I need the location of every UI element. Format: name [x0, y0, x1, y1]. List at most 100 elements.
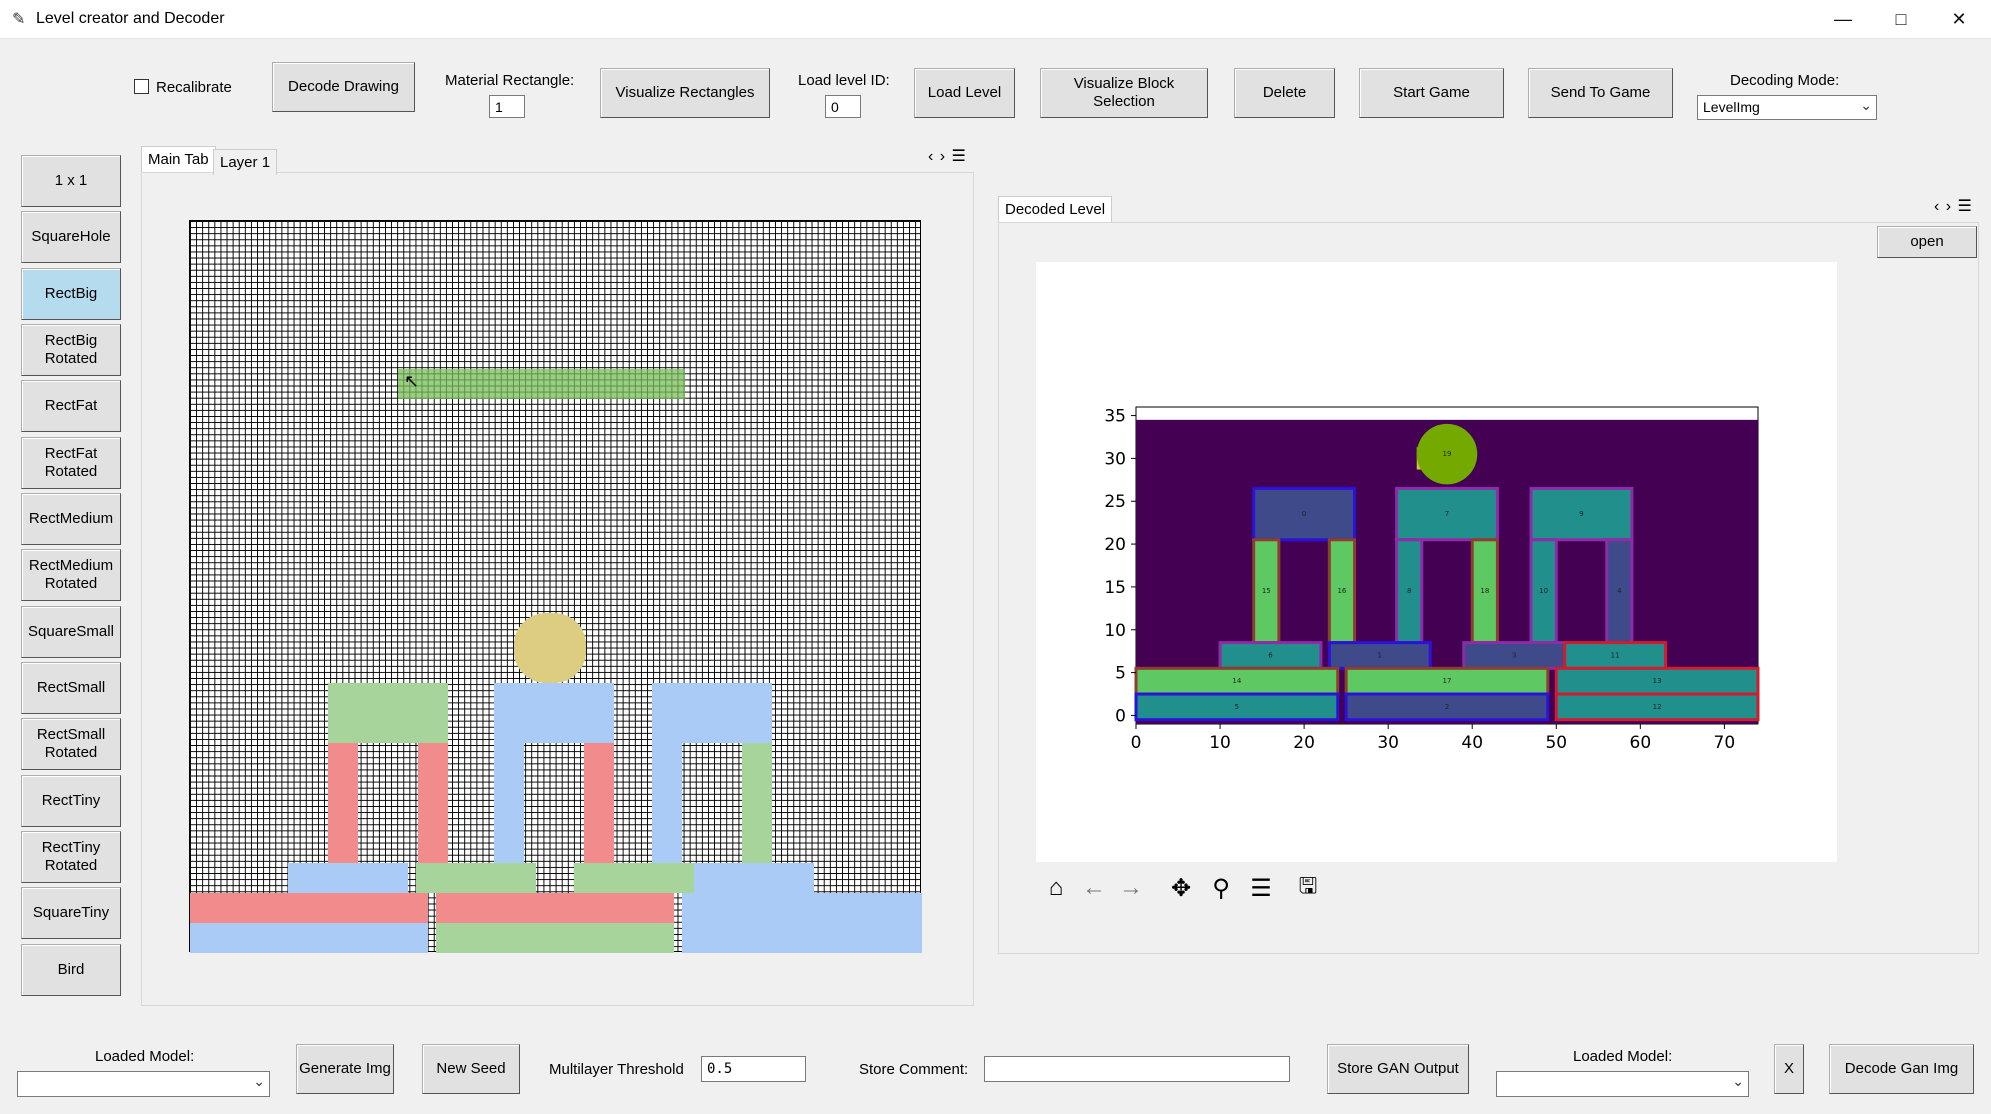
level-block-label-8: 8	[1407, 587, 1411, 595]
structure-block[interactable]	[436, 893, 674, 923]
sidebar-item-rectmedium-rotated[interactable]: RectMedium Rotated	[21, 549, 121, 601]
level-block-label-3: 3	[1512, 651, 1516, 659]
chevron-down-icon: ⌄	[253, 1073, 265, 1089]
sidebar-item-squaresmall[interactable]: SquareSmall	[21, 606, 121, 658]
structure-block[interactable]	[682, 893, 922, 953]
sidebar-item-recttiny-rotated[interactable]: RectTiny Rotated	[21, 831, 121, 883]
tab-nav-arrows-right-icon[interactable]: ‹ › ☰	[1934, 196, 1973, 216]
sidebar-item-rectbig[interactable]: RectBig	[21, 268, 121, 320]
tab-main[interactable]: Main Tab	[141, 146, 216, 172]
chevron-down-icon: ⌄	[1732, 1073, 1744, 1089]
decode-drawing-button[interactable]: Decode Drawing	[272, 62, 415, 112]
home-icon[interactable]: ⌂	[1039, 871, 1073, 905]
sidebar-item-recttiny[interactable]: RectTiny	[21, 775, 121, 827]
visualize-block-selection-button[interactable]: Visualize Block Selection	[1040, 68, 1208, 118]
structure-block[interactable]	[190, 923, 428, 953]
structure-block[interactable]	[436, 923, 674, 953]
level-block-label-6: 6	[1268, 651, 1273, 659]
structure-block[interactable]	[584, 743, 614, 863]
title-bar: ✎ Level creator and Decoder — □ ✕	[0, 0, 1991, 39]
structure-block[interactable]	[418, 743, 448, 863]
decoding-mode-select[interactable]: LevelImg ⌄	[1697, 95, 1877, 120]
y-tick-label-10: 10	[1104, 621, 1126, 641]
bird-block[interactable]	[514, 613, 586, 683]
level-block-label-12: 12	[1653, 703, 1662, 711]
x-tick-label-30: 30	[1377, 733, 1399, 753]
loaded-model-select[interactable]: ⌄	[17, 1071, 270, 1097]
structure-block[interactable]	[652, 743, 682, 863]
sidebar-item-rectfat[interactable]: RectFat	[21, 380, 121, 432]
recalibrate-checkbox[interactable]	[134, 79, 149, 94]
visualize-rectangles-button[interactable]: Visualize Rectangles	[600, 68, 770, 118]
mouse-cursor-icon: ↖	[404, 371, 420, 391]
load-level-id-input[interactable]	[825, 95, 861, 118]
drawing-grid[interactable]: ↖	[189, 220, 922, 953]
structure-block[interactable]	[494, 743, 524, 863]
y-tick-label-5: 5	[1115, 664, 1126, 684]
zoom-icon[interactable]: ⚲	[1204, 871, 1238, 905]
back-icon[interactable]: ←	[1077, 871, 1111, 905]
structure-block[interactable]	[328, 683, 448, 743]
generate-img-button[interactable]: Generate Img	[296, 1044, 394, 1094]
x-tick-label-40: 40	[1461, 733, 1483, 753]
sidebar-item-1-x-1[interactable]: 1 x 1	[21, 155, 121, 207]
configure-icon[interactable]: ☰	[1244, 871, 1278, 905]
structure-block[interactable]	[328, 743, 358, 863]
sidebar-item-bird[interactable]: Bird	[21, 944, 121, 996]
structure-block[interactable]	[416, 863, 536, 893]
x-tick-label-50: 50	[1545, 733, 1567, 753]
sidebar-item-rectbig-rotated[interactable]: RectBig Rotated	[21, 324, 121, 376]
store-gan-output-button[interactable]: Store GAN Output	[1327, 1044, 1469, 1094]
load-level-button[interactable]: Load Level	[914, 68, 1015, 118]
y-tick-label-25: 25	[1104, 492, 1126, 512]
structure-block[interactable]	[494, 683, 614, 743]
tab-nav-arrows-icon[interactable]: ‹ › ☰	[928, 146, 967, 166]
sidebar-item-rectsmall[interactable]: RectSmall	[21, 662, 121, 714]
tab-layer-1[interactable]: Layer 1	[213, 149, 278, 175]
structure-block[interactable]	[190, 893, 428, 923]
store-comment-input[interactable]	[984, 1056, 1290, 1082]
level-block-label-7: 7	[1445, 510, 1449, 518]
structure-block[interactable]	[288, 863, 408, 893]
delete-button[interactable]: Delete	[1234, 68, 1335, 118]
sidebar-item-rectsmall-rotated[interactable]: RectSmall Rotated	[21, 718, 121, 770]
level-block-label-13: 13	[1653, 677, 1662, 685]
sidebar-item-rectfat-rotated[interactable]: RectFat Rotated	[21, 437, 121, 489]
sidebar-item-squaretiny[interactable]: SquareTiny	[21, 887, 121, 939]
loaded-model-2-select[interactable]: ⌄	[1496, 1071, 1749, 1097]
start-game-button[interactable]: Start Game	[1359, 68, 1504, 118]
pan-icon[interactable]: ✥	[1164, 871, 1198, 905]
y-tick-label-20: 20	[1104, 535, 1126, 555]
multilayer-threshold-input[interactable]	[701, 1056, 806, 1082]
structure-block[interactable]	[742, 743, 772, 863]
sidebar-item-squarehole[interactable]: SquareHole	[21, 211, 121, 263]
maximize-icon[interactable]: □	[1872, 0, 1930, 38]
loaded-model-2-label: Loaded Model:	[1573, 1048, 1673, 1065]
new-seed-button[interactable]: New Seed	[422, 1044, 520, 1094]
placed-block-green[interactable]	[398, 369, 685, 399]
store-comment-label: Store Comment:	[859, 1061, 969, 1078]
bird-label: 19	[1443, 450, 1452, 458]
x-tick-label-10: 10	[1209, 733, 1231, 753]
y-tick-label-0: 0	[1115, 706, 1126, 726]
multilayer-threshold-label: Multilayer Threshold	[549, 1061, 684, 1078]
window-title: Level creator and Decoder	[36, 10, 225, 27]
open-button[interactable]: open	[1877, 226, 1977, 258]
save-icon[interactable]: 🖫	[1291, 871, 1325, 905]
x-tick-label-0: 0	[1131, 733, 1142, 753]
structure-block[interactable]	[652, 683, 772, 743]
sidebar-item-rectmedium[interactable]: RectMedium	[21, 493, 121, 545]
decode-gan-img-button[interactable]: Decode Gan Img	[1829, 1044, 1974, 1094]
x-button[interactable]: X	[1774, 1044, 1804, 1094]
structure-block[interactable]	[574, 863, 694, 893]
send-to-game-button[interactable]: Send To Game	[1528, 68, 1673, 118]
decoded-plot: 0 7 9 15 16 8 18 10 4 6 1 3 11 14 17 13 5 2 12 19 0 10 20 30 40 5…	[1036, 262, 1837, 862]
chevron-down-icon: ⌄	[1860, 97, 1872, 113]
decoding-mode-value: LevelImg	[1703, 99, 1760, 115]
material-rect-input[interactable]	[489, 95, 525, 118]
close-icon[interactable]: ✕	[1930, 0, 1988, 38]
structure-block[interactable]	[694, 863, 814, 893]
minimize-icon[interactable]: —	[1814, 0, 1872, 38]
forward-icon[interactable]: →	[1114, 871, 1148, 905]
tab-decoded-level[interactable]: Decoded Level	[998, 196, 1113, 222]
